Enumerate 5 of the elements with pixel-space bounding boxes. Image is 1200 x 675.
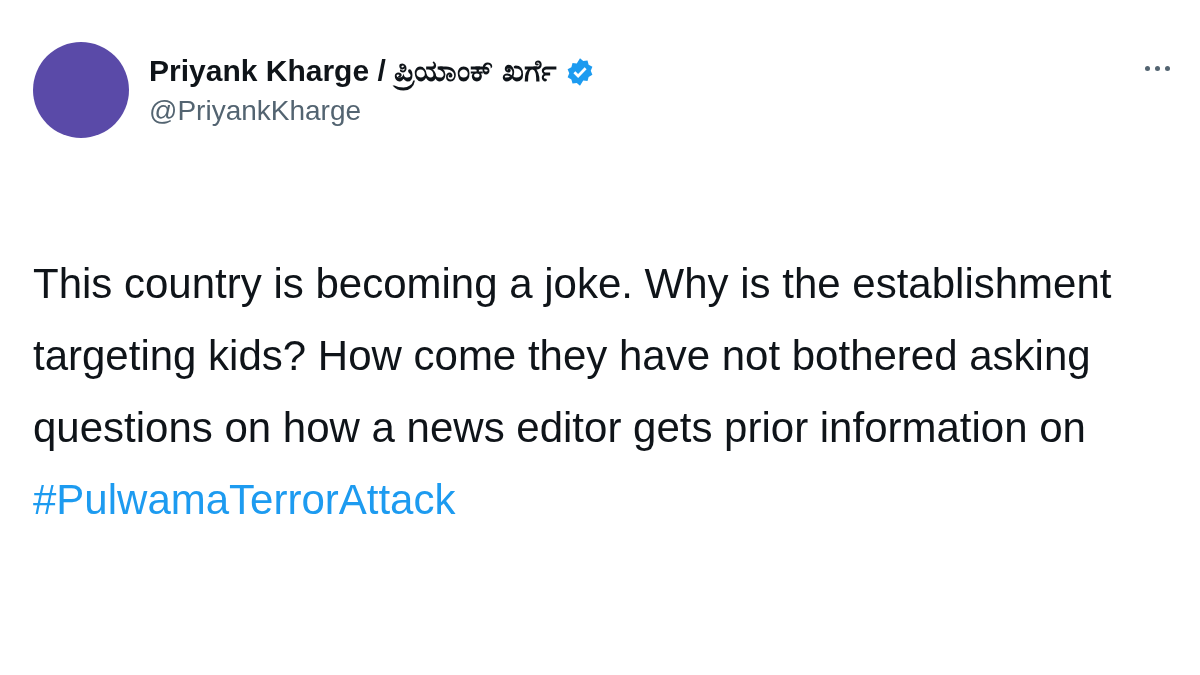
author-handle: @PriyankKharge (149, 95, 363, 127)
more-icon[interactable] (1145, 66, 1170, 71)
tweet-text: This country is becoming a joke. Why is the establishment targeting kids? How come they have not bothered asking questions on how a news editor gets prior information on (33, 259, 1113, 453)
author-name: Priyank Kharge / ಪ್ರಿಯಾಂಕ್ ಖರ್ಗೆ (149, 54, 558, 89)
hashtag-link[interactable]: #PulwamaTerrorAttack (33, 464, 456, 536)
